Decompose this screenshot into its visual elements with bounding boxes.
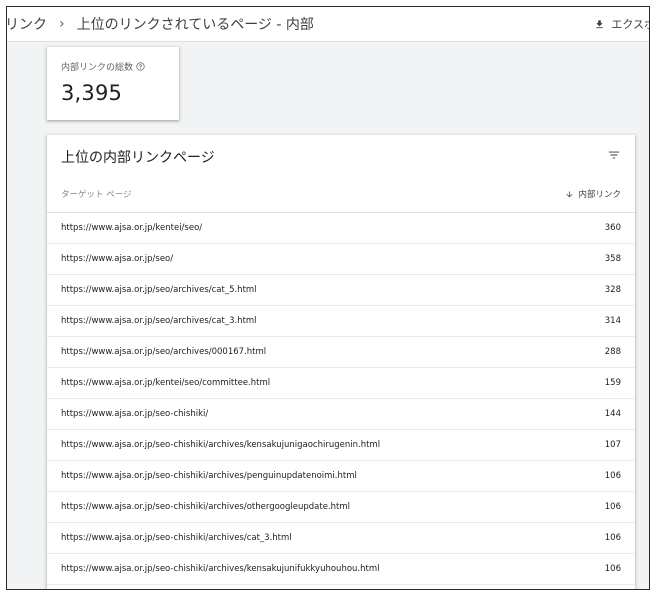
column-header-internal-links[interactable]: 内部リンク xyxy=(565,188,621,200)
table-row[interactable]: https://www.ajsa.or.jp/seo-chishiki/arch… xyxy=(47,492,635,523)
cell-count: 107 xyxy=(604,440,621,450)
table-row[interactable]: https://www.ajsa.or.jp/seo-chishiki/arch… xyxy=(47,461,635,492)
breadcrumb-links[interactable]: リンク xyxy=(7,14,47,34)
summary-label: 内部リンクの総数 xyxy=(61,63,134,73)
export-label: エクスポ xyxy=(611,18,649,31)
table-row[interactable]: https://www.ajsa.or.jp/seo-chishiki/arch… xyxy=(47,430,635,461)
table-body: https://www.ajsa.or.jp/kentei/seo/360 ht… xyxy=(47,213,635,585)
table-row[interactable]: https://www.ajsa.or.jp/kentei/seo/360 xyxy=(47,213,635,244)
cell-url: https://www.ajsa.or.jp/seo/ xyxy=(61,254,174,264)
cell-url: https://www.ajsa.or.jp/seo-chishiki/arch… xyxy=(61,564,380,574)
table-row[interactable]: https://www.ajsa.or.jp/seo-chishiki/arch… xyxy=(47,554,635,585)
total-internal-links-card: 内部リンクの総数 3,395 xyxy=(47,47,179,120)
cell-url: https://www.ajsa.or.jp/seo-chishiki/ xyxy=(61,409,209,419)
card-title: 上位の内部リンクページ xyxy=(61,150,215,166)
cell-url: https://www.ajsa.or.jp/seo-chishiki/arch… xyxy=(61,533,292,543)
cell-url: https://www.ajsa.or.jp/seo/archives/cat_… xyxy=(61,316,257,326)
filter-icon[interactable] xyxy=(607,148,621,162)
table-row[interactable]: https://www.ajsa.or.jp/seo/archives/0001… xyxy=(47,337,635,368)
help-circle-icon[interactable] xyxy=(136,62,145,71)
table-row[interactable]: https://www.ajsa.or.jp/seo/archives/cat_… xyxy=(47,275,635,306)
cell-count: 314 xyxy=(604,316,621,326)
breadcrumb: リンク › 上位のリンクされているページ - 内部 xyxy=(7,14,314,34)
cell-url: https://www.ajsa.or.jp/seo/archives/cat_… xyxy=(61,285,257,295)
table-header: ターゲット ページ 内部リンク xyxy=(47,182,635,213)
summary-value: 3,395 xyxy=(61,81,123,105)
top-bar: リンク › 上位のリンクされているページ - 内部 エクスポ xyxy=(7,7,649,42)
cell-count: 360 xyxy=(604,223,621,233)
cell-url: https://www.ajsa.or.jp/kentei/seo/ xyxy=(61,223,203,233)
table-row[interactable]: https://www.ajsa.or.jp/seo-chishiki/arch… xyxy=(47,523,635,554)
arrow-down-icon xyxy=(567,191,573,197)
export-button[interactable]: エクスポ xyxy=(594,7,649,41)
cell-count: 328 xyxy=(604,285,621,295)
cell-count: 106 xyxy=(604,502,621,512)
table-row[interactable]: https://www.ajsa.or.jp/seo/358 xyxy=(47,244,635,275)
table-row[interactable]: https://www.ajsa.or.jp/seo/archives/cat_… xyxy=(47,306,635,337)
cell-url: https://www.ajsa.or.jp/seo-chishiki/arch… xyxy=(61,440,381,450)
cell-count: 159 xyxy=(604,378,621,388)
table-row[interactable]: https://www.ajsa.or.jp/kentei/seo/commit… xyxy=(47,368,635,399)
column-header-target-page[interactable]: ターゲット ページ xyxy=(61,188,132,200)
cell-url: https://www.ajsa.or.jp/seo-chishiki/arch… xyxy=(61,471,357,481)
table-row[interactable]: https://www.ajsa.or.jp/seo-chishiki/144 xyxy=(47,399,635,430)
cell-count: 358 xyxy=(604,254,621,264)
download-icon xyxy=(596,19,604,28)
top-internal-pages-card: 上位の内部リンクページ ターゲット ページ 内部リンク https://www.… xyxy=(47,135,635,589)
cell-url: https://www.ajsa.or.jp/seo-chishiki/arch… xyxy=(61,502,351,512)
page-title: 上位のリンクされているページ - 内部 xyxy=(76,17,314,33)
app-frame: リンク › 上位のリンクされているページ - 内部 エクスポ 内部リンクの総数 … xyxy=(6,6,650,590)
cell-url: https://www.ajsa.or.jp/kentei/seo/commit… xyxy=(61,378,271,388)
cell-count: 106 xyxy=(604,471,621,481)
cell-count: 144 xyxy=(604,409,621,419)
summary-label-row: 内部リンクの総数 xyxy=(61,60,179,73)
cell-count: 106 xyxy=(604,533,621,543)
breadcrumb-separator-icon: › xyxy=(59,16,65,32)
cell-count: 288 xyxy=(604,347,621,357)
cell-count: 106 xyxy=(604,564,621,574)
cell-url: https://www.ajsa.or.jp/seo/archives/0001… xyxy=(61,347,267,357)
column-header-internal-links-label: 内部リンク xyxy=(578,190,621,200)
